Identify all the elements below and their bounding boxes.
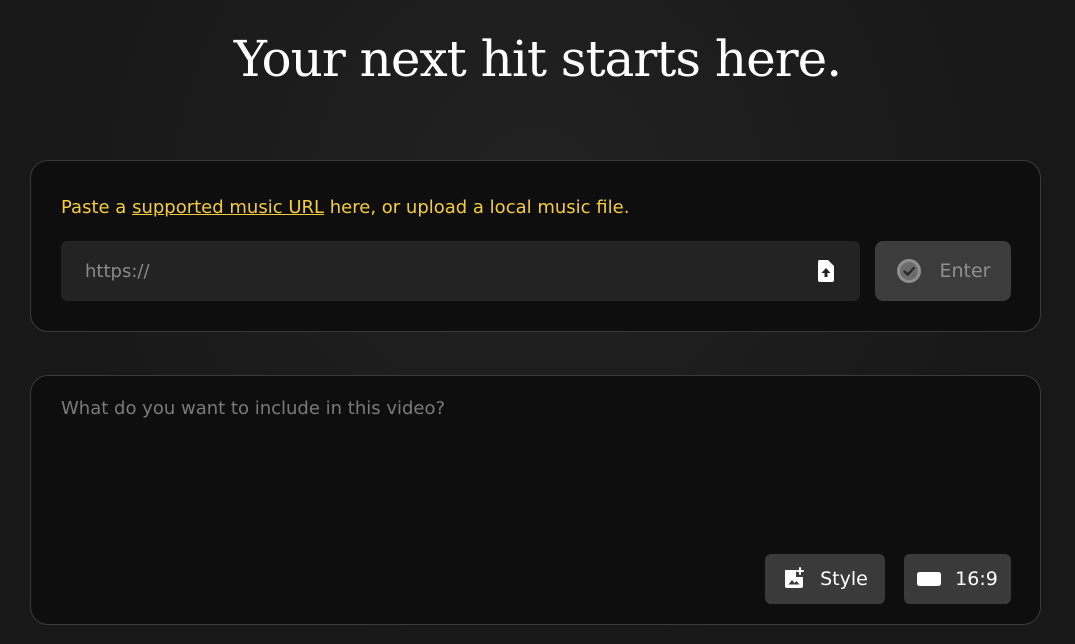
enter-button-label: Enter <box>939 260 991 282</box>
music-url-card: Paste a supported music URL here, or upl… <box>30 160 1041 332</box>
aspect-ratio-button[interactable]: 16:9 <box>904 554 1011 604</box>
style-button-label: Style <box>820 568 868 590</box>
url-field <box>61 241 860 301</box>
music-url-input[interactable] <box>61 241 801 301</box>
page-headline: Your next hit starts here. <box>233 30 842 88</box>
hint-suffix: here, or upload a local music file. <box>324 197 630 218</box>
aspect-ratio-label: 16:9 <box>955 568 998 590</box>
style-button[interactable]: Style <box>765 554 885 604</box>
video-prompt-input[interactable] <box>61 398 1011 548</box>
image-add-icon <box>782 567 806 591</box>
hint-prefix: Paste a <box>61 197 133 218</box>
enter-button[interactable]: Enter <box>875 241 1011 301</box>
aspect-ratio-icon <box>917 571 942 587</box>
check-circle-icon <box>896 258 922 284</box>
url-hint: Paste a supported music URL here, or upl… <box>61 197 629 218</box>
file-upload-icon[interactable] <box>816 259 836 283</box>
supported-music-url-link[interactable]: supported music URL <box>132 197 324 218</box>
video-prompt-card: Style 16:9 <box>30 375 1041 625</box>
